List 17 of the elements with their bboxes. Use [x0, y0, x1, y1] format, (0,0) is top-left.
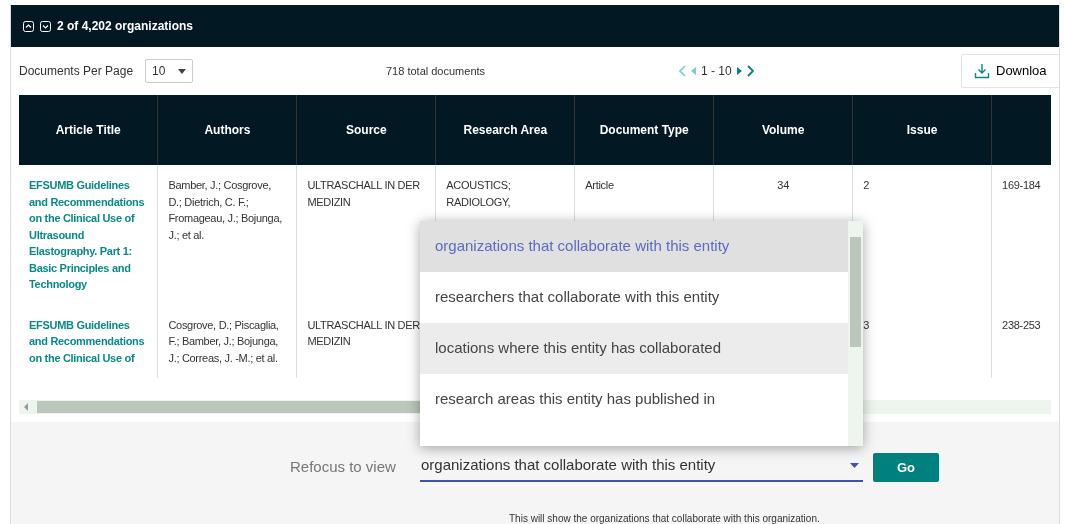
help-text: This will show the organizations that collaborate with this organization. — [509, 512, 820, 524]
page-range: 1 - 10 — [701, 63, 732, 80]
table-cell-text: Bamber, J.; Cosgrove, D.; Dietrich, C. F.; Fromageau, J.; Bojunga, J.; et al. — [168, 178, 283, 243]
table-cell-text: 34 — [776, 178, 790, 193]
table-cell-text: 3 — [863, 317, 870, 333]
table-cell-text: ULTRASCHALL IN DER MEDIZIN — [307, 317, 421, 349]
count-label: 2 of 4,202 organizations — [57, 18, 194, 35]
table-cell-text: 169-184 — [1002, 178, 1042, 193]
table-cell-text: Cosgrove, D.; Piscaglia, F.; Bamber, J.; Bojunga, J.; Correas, J. -M.; et al. — [168, 317, 280, 366]
refocus-label: Refocus to view — [290, 457, 396, 477]
table-cell-text: Article — [585, 178, 615, 193]
table-cell-text: ACOUSTICS; RADIOLOGY, — [446, 178, 512, 210]
total-count: 718 total documents — [386, 63, 486, 79]
table-cell-text: 238-253 — [1002, 317, 1042, 333]
table-cell-text: ULTRASCHALL IN DER MEDIZIN — [307, 178, 421, 210]
table-cell-text: 2 — [863, 178, 870, 193]
per-page-label: Documents Per Page — [19, 63, 134, 80]
